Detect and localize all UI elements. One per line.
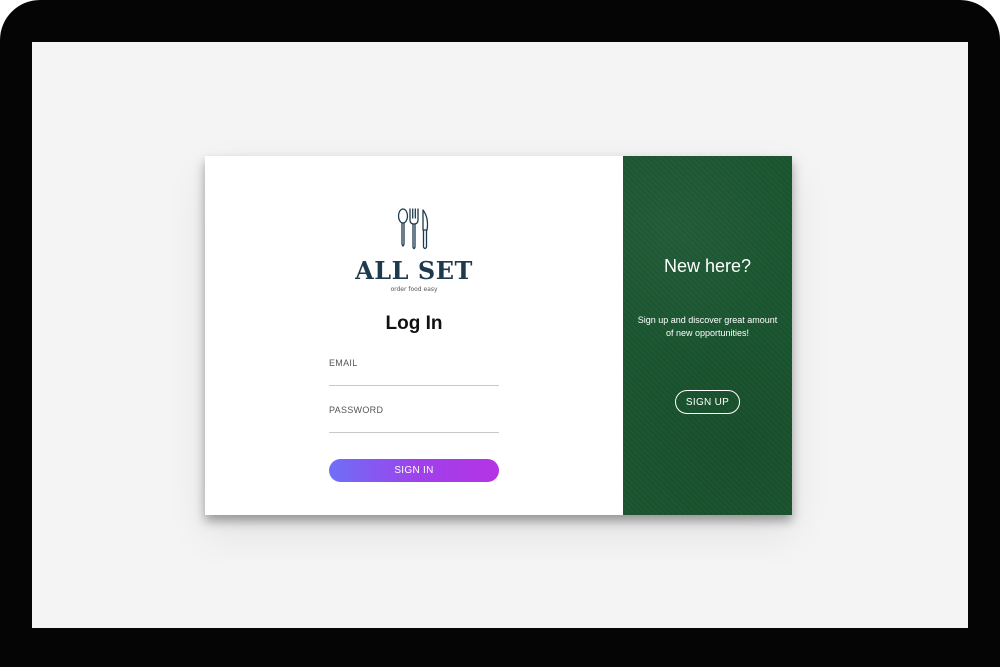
device-frame: ALL SET order food easy Log In EMAIL PAS…	[0, 0, 1000, 667]
login-title: Log In	[385, 313, 443, 334]
brand-name: ALL SET	[355, 256, 473, 285]
signup-description: Sign up and discover great amount of new…	[637, 315, 778, 338]
login-panel: ALL SET order food easy Log In EMAIL PAS…	[205, 156, 623, 515]
auth-card: ALL SET order food easy Log In EMAIL PAS…	[205, 156, 792, 515]
signup-panel: New here? Sign up and discover great amo…	[623, 156, 792, 515]
screen: ALL SET order food easy Log In EMAIL PAS…	[32, 42, 968, 628]
cutlery-icon	[397, 208, 429, 250]
password-label: PASSWORD	[329, 405, 384, 415]
brand-tagline: order food easy	[390, 286, 438, 293]
signin-button[interactable]: SIGN IN	[329, 459, 499, 482]
email-field[interactable]	[329, 369, 499, 386]
email-label: EMAIL	[329, 358, 358, 368]
password-field[interactable]	[329, 416, 499, 433]
signup-title: New here?	[663, 256, 752, 276]
signup-button[interactable]: SIGN UP	[675, 390, 740, 414]
